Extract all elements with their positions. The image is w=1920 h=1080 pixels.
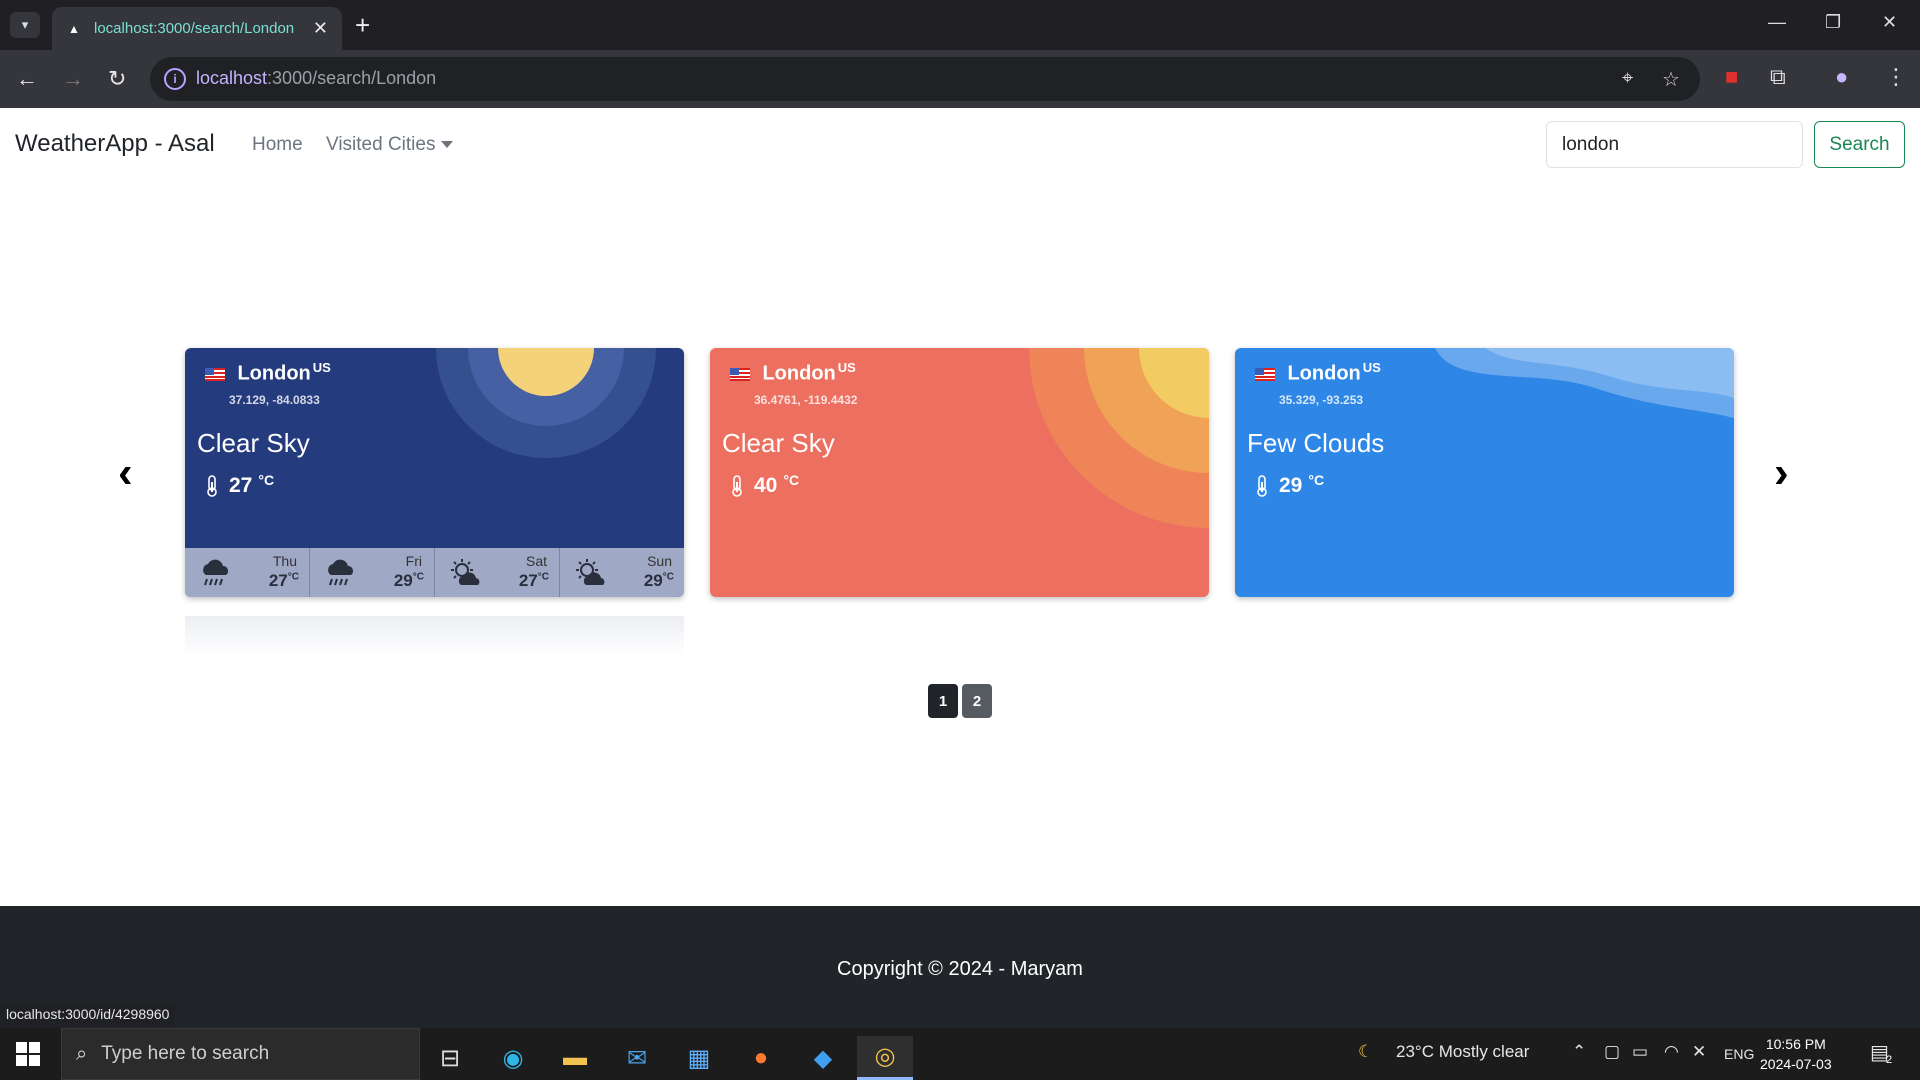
chrome-icon[interactable]: ◎ (857, 1036, 913, 1080)
us-flag-icon (730, 367, 750, 381)
sun-cloud-icon (451, 559, 480, 585)
mail-icon[interactable]: ✉ (609, 1036, 665, 1080)
search-icon: ⌕ (76, 1042, 88, 1065)
firefox-icon[interactable]: ● (733, 1036, 789, 1080)
window-close-icon[interactable]: ✕ (1882, 12, 1897, 33)
card-city: London (1287, 362, 1361, 385)
footer-copyright: Copyright © 2024 - Maryam (837, 958, 1083, 980)
tab-favicon-icon: ▲ (68, 21, 80, 36)
card-temperature: 29 °C (1255, 472, 1324, 498)
us-flag-icon (205, 367, 225, 381)
page-button-2[interactable]: 2 (962, 684, 992, 718)
tray-chevron-up-icon[interactable]: ⌃ (1572, 1042, 1586, 1062)
edge-browser-icon[interactable]: ◉ (485, 1036, 541, 1080)
card-header: London US (205, 360, 331, 386)
card-city: London (762, 362, 836, 385)
tray-device-icon[interactable]: ▢ (1604, 1042, 1620, 1062)
card-country: US (1362, 360, 1381, 375)
wifi-icon[interactable]: ◠ (1664, 1042, 1679, 1062)
profile-avatar-icon[interactable]: ● (1835, 64, 1848, 90)
pagination: 1 2 (928, 684, 992, 718)
vscode-icon[interactable]: ◆ (795, 1036, 851, 1080)
microsoft-store-icon[interactable]: ▦ (671, 1036, 727, 1080)
tab-search-chevron-icon[interactable]: ▾ (10, 12, 40, 38)
card-temperature: 40 °C (730, 472, 799, 498)
us-flag-icon (1255, 367, 1275, 381)
tab-title: localhost:3000/search/London (94, 20, 295, 37)
new-tab-plus-icon[interactable]: + (355, 10, 370, 40)
card-country: US (837, 360, 856, 375)
thermometer-icon (1257, 475, 1267, 497)
taskbar-search-box[interactable]: ⌕ Type here to search (61, 1028, 420, 1080)
card-temperature: 27 °C (205, 472, 274, 498)
card-header: London US (1255, 360, 1381, 386)
weather-card[interactable]: London US 35.329, -93.253 Few Clouds 29 °C (1235, 348, 1734, 597)
forecast-day: Sun 29°C (560, 548, 684, 597)
nav-visited-cities-dropdown[interactable]: Visited Cities (326, 134, 454, 156)
browser-tab[interactable]: ▲ localhost:3000/search/London ✕ (52, 7, 342, 50)
file-explorer-icon[interactable]: ▬ (547, 1036, 603, 1080)
language-indicator[interactable]: ENG (1724, 1046, 1754, 1062)
card-reflection (185, 616, 684, 656)
card-country: US (312, 360, 331, 375)
browser-menu-icon[interactable]: ⋮ (1885, 64, 1907, 90)
web-page: WeatherApp - Asal Home Visited Cities lo… (0, 108, 1920, 906)
status-bar-url: localhost:3000/id/4298960 (0, 1003, 176, 1028)
browser-tabbar: ▾ ▲ localhost:3000/search/London ✕ + — ❐… (0, 0, 1920, 50)
weather-card[interactable]: London US 36.4761, -119.4432 Clear Sky 40… (710, 348, 1209, 597)
forecast-strip: Thu 27°C Fri 29°C Sat 27°C Sun 29°C (185, 548, 684, 597)
card-coordinates: 37.129, -84.0833 (229, 393, 320, 407)
caret-down-icon (441, 141, 454, 149)
address-bar[interactable]: i localhost:3000/search/London ⌖ ☆ (150, 57, 1700, 101)
forecast-day: Thu 27°C (185, 548, 310, 597)
volume-muted-icon[interactable]: ✕ (1692, 1042, 1706, 1062)
sun-cloud-icon (576, 559, 605, 585)
navbar: WeatherApp - Asal Home Visited Cities lo… (0, 108, 1920, 180)
taskbar-clock[interactable]: 10:56 PM 2024-07-03 (1760, 1034, 1832, 1074)
carousel-prev-icon[interactable]: ‹ (118, 448, 133, 498)
forecast-day: Fri 29°C (310, 548, 435, 597)
reload-icon[interactable]: ↻ (108, 66, 126, 92)
minimize-icon[interactable]: — (1768, 12, 1786, 33)
weather-moon-icon[interactable]: ☾ (1358, 1042, 1373, 1062)
weather-card[interactable]: London US 37.129, -84.0833 Clear Sky 27 °C… (185, 348, 684, 597)
task-view-icon[interactable]: ⊟ (422, 1036, 478, 1080)
thermometer-icon (732, 475, 742, 497)
notification-count: 2 (1886, 1054, 1893, 1066)
bookmark-star-icon[interactable]: ☆ (1662, 67, 1680, 92)
taskbar-weather-text[interactable]: 23°C Mostly clear (1396, 1042, 1529, 1062)
card-coordinates: 35.329, -93.253 (1279, 393, 1364, 407)
battery-icon[interactable]: ▭ (1632, 1042, 1648, 1062)
location-pin-icon[interactable]: ⌖ (1622, 67, 1633, 90)
browser-toolbar: ← → ↻ i localhost:3000/search/London ⌖ ☆… (0, 50, 1920, 108)
carousel-next-icon[interactable]: › (1774, 448, 1789, 498)
windows-start-icon[interactable] (16, 1042, 40, 1066)
extension-red-icon[interactable]: ■ (1725, 64, 1738, 90)
nav-home-link[interactable]: Home (252, 134, 303, 156)
forward-arrow-icon[interactable]: → (62, 66, 84, 92)
card-condition: Clear Sky (722, 428, 835, 458)
card-condition: Few Clouds (1247, 428, 1385, 458)
address-url: localhost:3000/search/London (196, 68, 437, 88)
forecast-day: Sat 27°C (435, 548, 560, 597)
brand-title[interactable]: WeatherApp - Asal (15, 130, 215, 158)
card-header: London US (730, 360, 856, 386)
card-condition: Clear Sky (197, 428, 310, 458)
back-arrow-icon[interactable]: ← (16, 66, 38, 92)
footer: Copyright © 2024 - Maryam (0, 906, 1920, 1028)
card-city: London (237, 362, 311, 385)
rain-cloud-icon (203, 559, 228, 586)
card-coordinates: 36.4761, -119.4432 (754, 393, 858, 407)
thermometer-icon (207, 475, 217, 497)
close-tab-icon[interactable]: ✕ (313, 18, 328, 39)
windows-taskbar: ⌕ Type here to search ⊟ ◉ ▬ ✉ ▦ ● ◆ ◎ ☾ … (0, 1028, 1920, 1080)
extensions-puzzle-icon[interactable]: ⧉ (1770, 64, 1786, 90)
search-button[interactable]: Search (1814, 121, 1905, 168)
page-button-1[interactable]: 1 (928, 684, 958, 718)
restore-icon[interactable]: ❐ (1825, 12, 1841, 33)
search-input[interactable]: london (1546, 121, 1803, 168)
rain-cloud-icon (328, 559, 353, 586)
site-info-icon[interactable]: i (164, 68, 186, 90)
